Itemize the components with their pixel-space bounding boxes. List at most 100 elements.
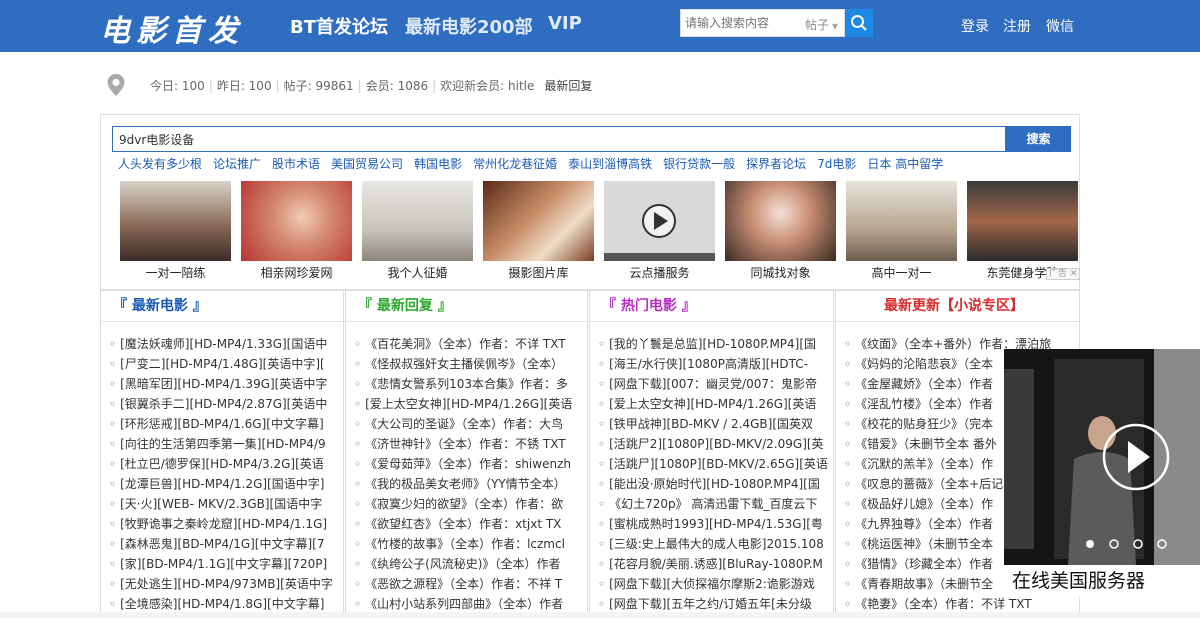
list-item[interactable]: 《寂寞少妇的欲望》（全本）作者：欲 <box>354 494 587 514</box>
hot-keyword[interactable]: 银行贷款一般 <box>663 157 735 171</box>
list-item[interactable]: [我的丫鬟是总监][HD-1080P.MP4][国 <box>598 334 833 354</box>
nav-bt-forum[interactable]: BT首发论坛 <box>290 13 388 39</box>
list-item[interactable]: 《恶欲之源程》（全本）作者：不祥 T <box>354 574 587 594</box>
list-item[interactable]: 《竹楼的故事》（全本）作者：lczmcl <box>354 534 587 554</box>
list-item[interactable]: [银翼杀手二][HD-MP4/2.87G][英语中 <box>109 394 343 414</box>
bottom-strip <box>0 612 1200 618</box>
site-logo[interactable]: 电影首发 <box>100 6 244 50</box>
thumb-image <box>967 181 1078 261</box>
list-item[interactable]: [尸变二][HD-MP4/1.48G][英语中字][ <box>109 354 343 374</box>
list-item[interactable]: [三级:史上最伟大的成人电影]2015.108 <box>598 534 833 554</box>
list-item[interactable]: [能出没·原始时代][HD-1080P.MP4][国 <box>598 474 833 494</box>
thumb-caption: 一对一陪练 <box>145 266 206 280</box>
column-title[interactable]: 『 热门电影 』 <box>590 291 833 322</box>
thumb-image <box>604 181 715 261</box>
hot-keyword[interactable]: 探界者论坛 <box>746 157 806 171</box>
hot-keyword[interactable]: 日本 高中留学 <box>867 157 943 171</box>
list-item[interactable]: [活跳尸2][1080P][BD-MKV/2.09G][英 <box>598 434 833 454</box>
list-item[interactable]: 《艳妻》（全本）作者：不详 TXT <box>844 594 1079 614</box>
hot-keywords: 人头发有多少根 论坛推广 股市术语 美国贸易公司 韩国电影 常州化龙巷征婚 泰山到淄博高铁银… <box>118 155 1018 172</box>
hot-keyword[interactable]: 论坛推广 <box>213 157 261 171</box>
list-item[interactable]: [活跳尸][1080P][BD-MKV/2.65G][英语 <box>598 454 833 474</box>
hot-keyword[interactable]: 常州化龙巷征婚 <box>473 157 557 171</box>
list-item[interactable]: [魔法妖魂师][HD-MP4/1.33G][国语中 <box>109 334 343 354</box>
video-ad-image <box>1004 349 1200 565</box>
search-type-select[interactable]: 帖子 ▼ <box>805 16 838 33</box>
stat-yesterday: 昨日: 100 <box>216 79 272 93</box>
login-link[interactable]: 登录 <box>961 16 989 36</box>
register-link[interactable]: 注册 <box>1003 16 1031 36</box>
thumb-caption: 我个人征婚 <box>387 266 448 280</box>
hot-keyword[interactable]: 人头发有多少根 <box>118 157 202 171</box>
column-title[interactable]: 『 最新回复 』 <box>346 291 587 322</box>
list-item[interactable]: [网盘下载][大侦探福尔摩斯2:诡影游戏 <box>598 574 833 594</box>
ad-thumb[interactable]: 东莞健身学院 <box>967 181 1078 281</box>
wechat-link[interactable]: 微信 <box>1046 16 1074 36</box>
top-navbar: 电影首发 BT首发论坛 最新电影200部 VIP 帖子▼ 登录 注册 微信 <box>0 0 1200 52</box>
list-item[interactable]: 《怪叔叔强奸女主播侯佩岑》（全本） <box>354 354 587 374</box>
column-title[interactable]: 最新更新【小说专区】 <box>836 291 1079 322</box>
ad-thumb[interactable]: 同城找对象 <box>725 181 836 281</box>
list-item[interactable]: 《欲望红杏》（全本）作者：xtjxt TX <box>354 514 587 534</box>
list-item[interactable]: 《山村小站系列四部曲》（全本）作者 <box>354 594 587 614</box>
video-ad-caption: 在线美国服务器 <box>1004 565 1200 597</box>
ad-thumb[interactable]: 一对一陪练 <box>120 181 231 281</box>
list-item[interactable]: 《爱母茹萍》（全本）作者：shiwenzh <box>354 454 587 474</box>
list-item[interactable]: [海王/水行侠][1080P高清版][HDTC- <box>598 354 833 374</box>
list-item[interactable]: [黑暗军团][HD-MP4/1.39G][英语中字 <box>109 374 343 394</box>
list-item[interactable]: [杜立巴/德罗保][HD-MP4/3.2G][英语 <box>109 454 343 474</box>
nav-vip[interactable]: VIP <box>548 13 582 34</box>
stat-welcome[interactable]: 欢迎新会员: hitle <box>440 79 534 93</box>
list-item[interactable]: 《百花美洞》（全本）作者：不详 TXT <box>354 334 587 354</box>
list-item[interactable]: 《我的极品美女老师》（YY情节全本） <box>354 474 587 494</box>
list-item[interactable]: [向往的生活第四季第一集][HD-MP4/9 <box>109 434 343 454</box>
list-item[interactable]: [家][BD-MP4/1.1G][中文字幕][720P] <box>109 554 343 574</box>
list-item[interactable]: [蜜桃成熟时1993][HD-MP4/1.53G][粤 <box>598 514 833 534</box>
list-item[interactable]: 《悲情女警系列103本合集》作者：多 <box>354 374 587 394</box>
ad-thumb[interactable]: 我个人征婚 <box>362 181 473 281</box>
list-item[interactable]: [牧野诡事之秦岭龙窟][HD-MP4/1.1G] <box>109 514 343 534</box>
list-item[interactable]: [爱上太空女神][HD-MP4/1.26G][英语 <box>598 394 833 414</box>
list-item[interactable]: [网盘下载][五年之约/订婚五年[未分级 <box>598 594 833 614</box>
list-item[interactable]: [全境感染][HD-MP4/1.8G][中文字幕] <box>109 594 343 614</box>
hot-keyword[interactable]: 韩国电影 <box>414 157 462 171</box>
list-item[interactable]: 《幻土720p》 高清迅雷下载_百度云下 <box>598 494 833 514</box>
header-search-box: 帖子▼ <box>680 9 845 37</box>
nav-latest-movies[interactable]: 最新电影200部 <box>405 13 533 39</box>
list-item[interactable]: [铁甲战神][BD-MKV / 2.4GB][国英双 <box>598 414 833 434</box>
hot-keyword[interactable]: 美国贸易公司 <box>331 157 403 171</box>
hot-keyword[interactable]: 7d电影 <box>817 157 856 171</box>
ad-thumb[interactable]: 摄影图片库 <box>483 181 594 281</box>
list-item[interactable]: [森林恶鬼][BD-MP4/1G][中文字幕][7 <box>109 534 343 554</box>
list-item[interactable]: [爱上太空女神][HD-MP4/1.26G][英语 <box>354 394 587 414</box>
stat-members: 会员: 1086 <box>365 79 429 93</box>
list-item[interactable]: [无处逃生][HD-MP4/973MB][英语中字 <box>109 574 343 594</box>
column-title[interactable]: 『 最新电影 』 <box>101 291 343 322</box>
list-item[interactable]: 《纨绔公子(风流秘史)》（全本）作者 <box>354 554 587 574</box>
ad-thumb[interactable]: 相亲网珍爱网 <box>241 181 352 281</box>
ad-close-tag[interactable]: 广告 ✕ <box>1046 268 1081 280</box>
list-item[interactable]: [网盘下载][007：幽灵党/007：鬼影帝 <box>598 374 833 394</box>
list-item[interactable]: [天·火][WEB- MKV/2.3GB][国语中字 <box>109 494 343 514</box>
thumb-image <box>483 181 594 261</box>
movie-list: [魔法妖魂师][HD-MP4/1.33G][国语中 [尸变二][HD-MP4/1… <box>101 322 343 614</box>
main-search-input[interactable]: 9dvr电影设备 <box>112 126 1006 152</box>
header-search-input[interactable] <box>685 13 797 33</box>
list-item[interactable]: 《济世神针》（全本）作者：不锈 TXT <box>354 434 587 454</box>
header-search-button[interactable] <box>845 9 873 37</box>
main-search-button[interactable]: 搜索 <box>1006 126 1071 152</box>
column-hot-movies: 『 热门电影 』 [我的丫鬟是总监][HD-1080P.MP4][国 [海王/水… <box>589 290 834 618</box>
list-item[interactable]: [龙潭巨兽][HD-MP4/1.2G][国语中字] <box>109 474 343 494</box>
stat-today: 今日: 100 <box>150 79 205 93</box>
latest-reply-link[interactable]: 最新回复 <box>544 79 592 93</box>
hot-keyword[interactable]: 股市术语 <box>272 157 320 171</box>
list-item[interactable]: 《大公司的圣诞》（全本）作者：大鸟 <box>354 414 587 434</box>
search-icon <box>851 15 867 31</box>
list-item[interactable]: [环形惩戒][BD-MP4/1.6G][中文字幕] <box>109 414 343 434</box>
hot-keyword[interactable]: 泰山到淄博高铁 <box>568 157 652 171</box>
ad-thumb[interactable]: 云点播服务 <box>604 181 715 281</box>
ad-thumb[interactable]: 高中一对一 <box>846 181 957 281</box>
thumb-image <box>846 181 957 261</box>
floating-video-ad[interactable]: 在线美国服务器 <box>1004 349 1200 597</box>
list-item[interactable]: [花容月貌/美丽.诱惑][BluRay-1080P.M <box>598 554 833 574</box>
